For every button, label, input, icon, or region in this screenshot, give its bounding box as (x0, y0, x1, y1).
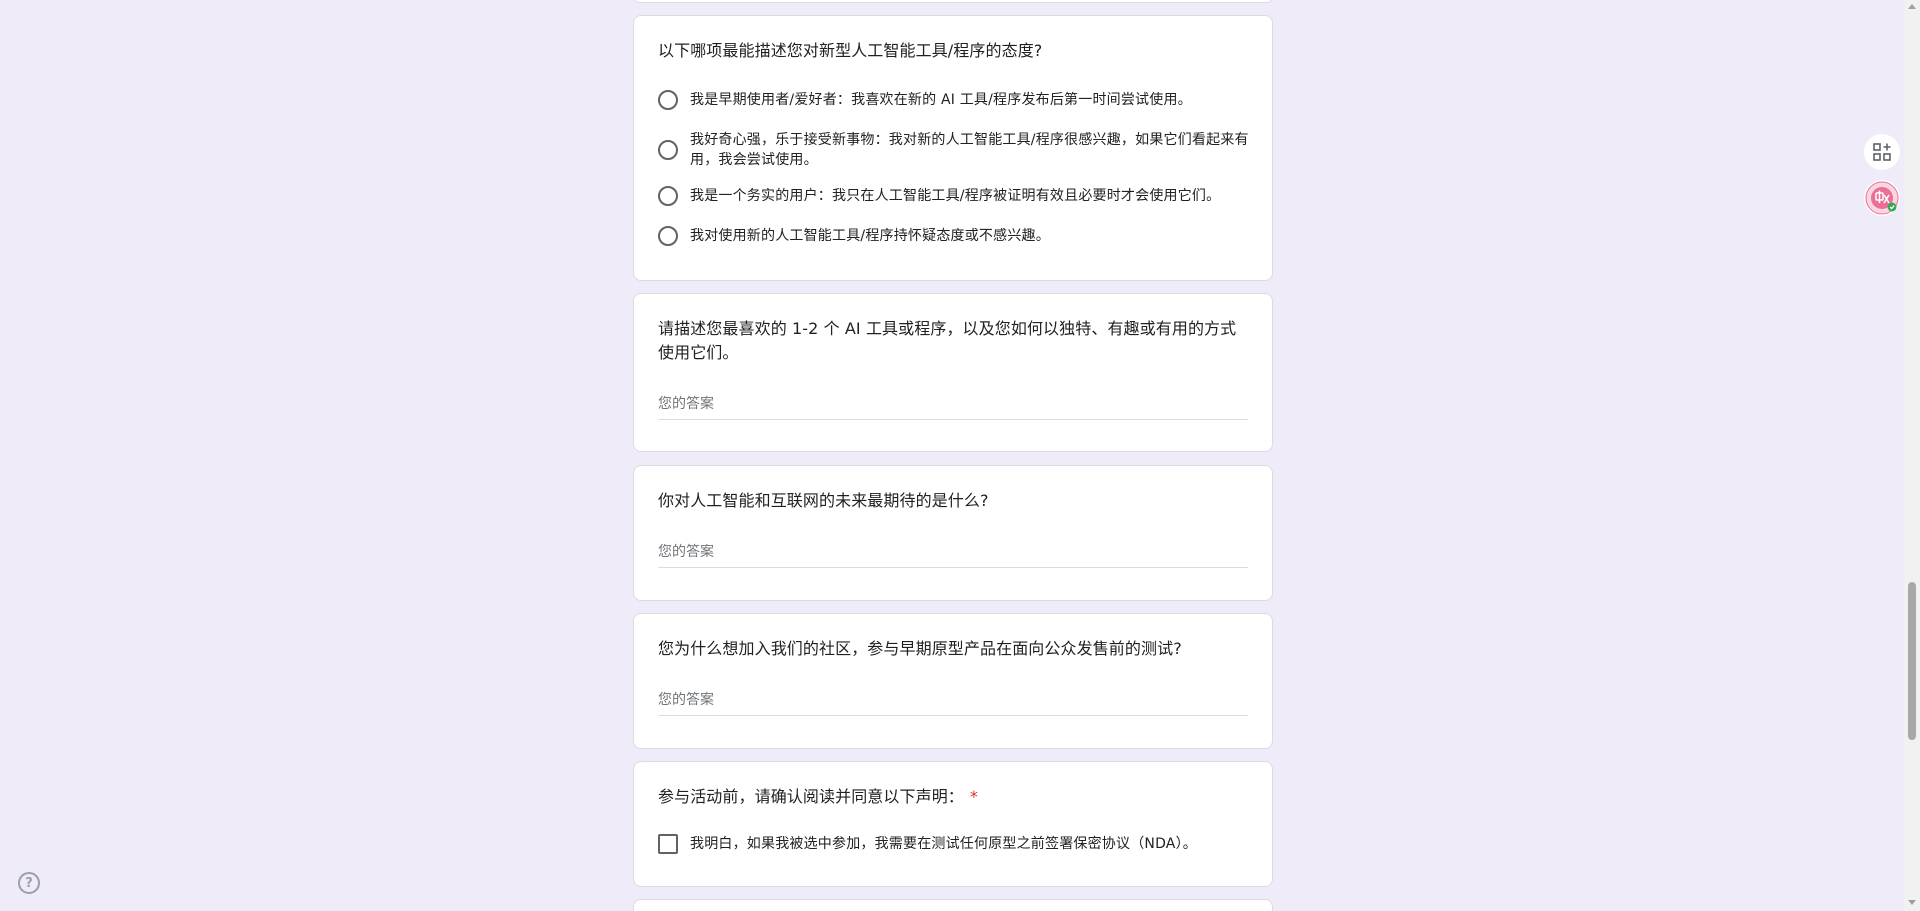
question-card-attitude: 以下哪项最能描述您对新型人工智能工具/程序的态度? 我是早期使用者/爱好者：我喜… (633, 15, 1273, 281)
question-title: 参与活动前，请确认阅读并同意以下声明： * (658, 785, 1250, 809)
question-title-text: 参与活动前，请确认阅读并同意以下声明： (658, 787, 964, 806)
question-title: 以下哪项最能描述您对新型人工智能工具/程序的态度? (658, 41, 1043, 60)
checkbox-icon[interactable] (658, 834, 678, 854)
translate-button[interactable] (1864, 180, 1900, 216)
scrollbar-thumb[interactable] (1908, 582, 1916, 740)
radio-circle-icon[interactable] (658, 90, 678, 110)
answer-input[interactable] (658, 542, 1248, 568)
radio-option-pragmatic[interactable]: 我是一个务实的用户：我只在人工智能工具/程序被证明有效且必要时才会使用它们。 (658, 178, 1250, 214)
apps-add-icon (1873, 143, 1891, 161)
next-question-card (633, 899, 1273, 911)
previous-question-card (633, 0, 1273, 3)
help-glyph: ? (25, 875, 33, 891)
radio-option-curious[interactable]: 我好奇心强，乐于接受新事物：我对新的人工智能工具/程序很感兴趣，如果它们看起来有… (658, 124, 1250, 176)
question-title: 你对人工智能和互联网的未来最期待的是什么? (658, 491, 989, 510)
option-label: 我好奇心强，乐于接受新事物：我对新的人工智能工具/程序很感兴趣，如果它们看起来有… (690, 132, 1249, 168)
radio-option-skeptical[interactable]: 我对使用新的人工智能工具/程序持怀疑态度或不感兴趣。 (658, 218, 1250, 254)
question-card-consent: 参与活动前，请确认阅读并同意以下声明： * 我明白，如果我被选中参加，我需要在测试… (633, 761, 1273, 887)
radio-circle-icon[interactable] (658, 140, 678, 160)
radio-circle-icon[interactable] (658, 226, 678, 246)
question-title: 您为什么想加入我们的社区，参与早期原型产品在面向公众发售前的测试? (658, 639, 1182, 658)
scroll-down-arrow-icon[interactable] (1908, 900, 1916, 905)
option-label: 我对使用新的人工智能工具/程序持怀疑态度或不感兴趣。 (690, 228, 1050, 244)
option-label: 我是一个务实的用户：我只在人工智能工具/程序被证明有效且必要时才会使用它们。 (690, 188, 1221, 204)
scroll-up-arrow-icon[interactable] (1908, 4, 1916, 9)
scrollbar[interactable] (1904, 0, 1920, 911)
question-card-future: 你对人工智能和互联网的未来最期待的是什么? (633, 465, 1273, 601)
question-card-favorite-tools: 请描述您最喜欢的 1-2 个 AI 工具或程序，以及您如何以独特、有趣或有用的方… (633, 293, 1273, 452)
question-card-why-join: 您为什么想加入我们的社区，参与早期原型产品在面向公众发售前的测试? (633, 613, 1273, 749)
checkbox-option-nda[interactable]: 我明白，如果我被选中参加，我需要在测试任何原型之前签署保密协议（NDA）。 (658, 826, 1250, 862)
translate-icon (1865, 181, 1899, 215)
help-icon[interactable]: ? (18, 872, 40, 894)
apps-add-button[interactable] (1864, 134, 1900, 170)
radio-circle-icon[interactable] (658, 186, 678, 206)
form-page: 以下哪项最能描述您对新型人工智能工具/程序的态度? 我是早期使用者/爱好者：我喜… (0, 0, 1920, 911)
required-asterisk: * (969, 787, 979, 806)
question-title: 请描述您最喜欢的 1-2 个 AI 工具或程序，以及您如何以独特、有趣或有用的方… (658, 319, 1237, 362)
radio-option-early-adopter[interactable]: 我是早期使用者/爱好者：我喜欢在新的 AI 工具/程序发布后第一时间尝试使用。 (658, 82, 1250, 118)
answer-input[interactable] (658, 394, 1248, 420)
answer-input[interactable] (658, 690, 1248, 716)
option-label: 我是早期使用者/爱好者：我喜欢在新的 AI 工具/程序发布后第一时间尝试使用。 (690, 92, 1192, 108)
option-label: 我明白，如果我被选中参加，我需要在测试任何原型之前签署保密协议（NDA）。 (690, 836, 1197, 852)
